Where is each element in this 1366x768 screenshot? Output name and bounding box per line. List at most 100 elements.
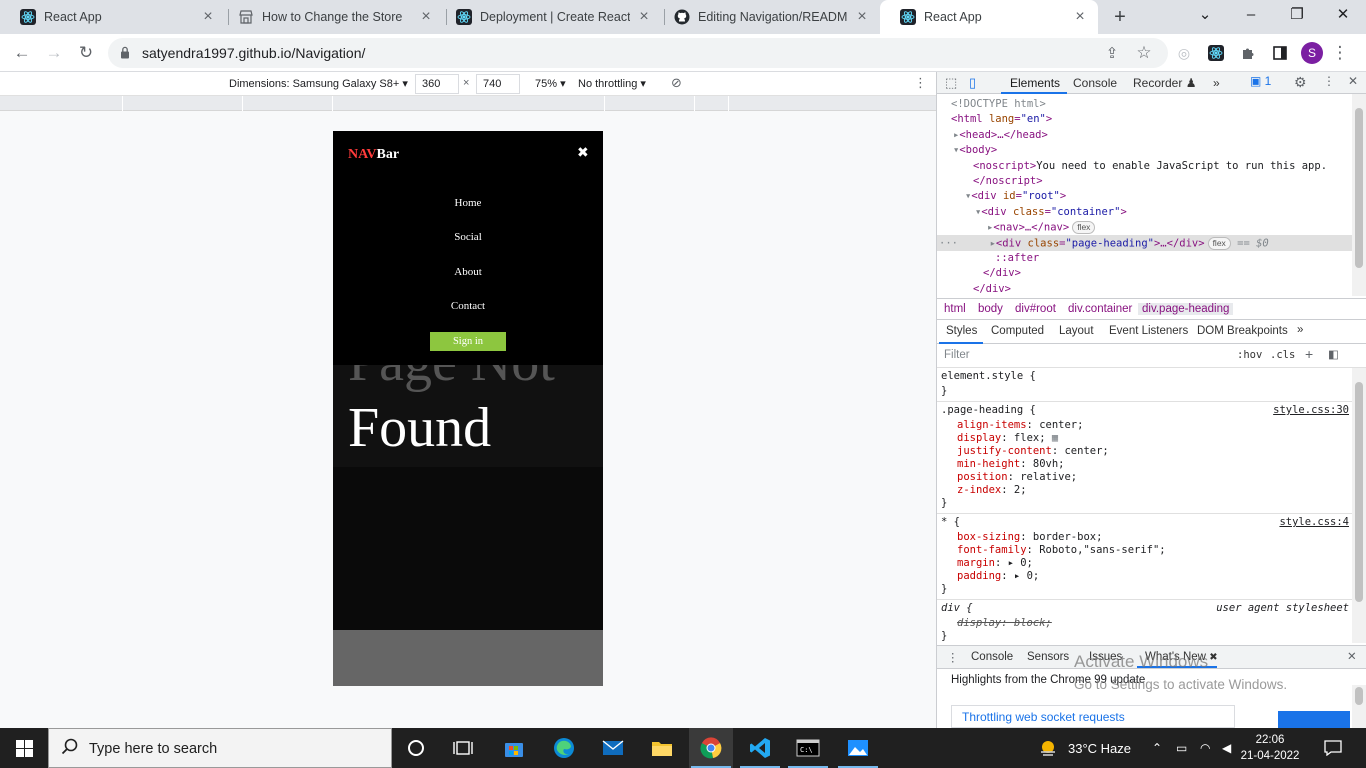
react-devtools-icon[interactable] [1204, 41, 1228, 65]
device-height-input[interactable]: 740 [476, 74, 520, 94]
drawer-link-card[interactable]: Throttling web socket requests [951, 705, 1235, 728]
tab-elements[interactable]: Elements [1010, 76, 1060, 90]
close-tab-icon[interactable]: × [636, 8, 652, 26]
browser-tab[interactable]: Editing Navigation/README. × [654, 0, 880, 34]
tab-recorder[interactable]: Recorder ♟ [1133, 76, 1196, 90]
rule-universal-selector[interactable]: * { [941, 516, 960, 528]
dom-root-close[interactable]: </div> [973, 283, 1011, 295]
chrome-icon[interactable] [691, 732, 731, 764]
rule-div-selector[interactable]: div { [941, 602, 973, 614]
rule-source-link[interactable]: style.css:4 [1279, 516, 1349, 528]
crumb-root[interactable]: div#root [1015, 303, 1056, 315]
menu-item-social[interactable]: Social [333, 231, 603, 243]
dom-nav[interactable]: ▸<nav>…</nav> flex [987, 221, 1096, 234]
css-property[interactable]: box-sizing: border-box; [957, 531, 1102, 543]
kebab-menu-icon[interactable]: ⋮ [1328, 41, 1352, 65]
drawer-tab-console[interactable]: Console [971, 651, 1013, 663]
css-property[interactable]: min-height: 80vh; [957, 458, 1064, 470]
reload-icon[interactable]: ↻ [74, 41, 98, 65]
extensions-puzzle-icon[interactable] [1236, 41, 1260, 65]
taskbar-clock[interactable]: 22:06 21-04-2022 [1238, 732, 1302, 764]
throttling-select[interactable]: No throttling ▾ [578, 77, 646, 90]
side-panel-icon[interactable] [1268, 41, 1292, 65]
issues-badge[interactable]: ▣ 1 [1250, 74, 1271, 88]
volume-icon[interactable]: ◀ [1222, 728, 1231, 768]
dom-noscript[interactable]: <noscript>You need to enable JavaScript … [973, 160, 1327, 172]
menu-item-home[interactable]: Home [333, 197, 603, 209]
close-tab-icon[interactable]: × [854, 8, 870, 26]
drawer-close-icon[interactable]: ✕ [1347, 649, 1357, 663]
vscode-icon[interactable] [740, 732, 780, 764]
css-property[interactable]: justify-content: center; [957, 445, 1109, 457]
drawer-menu-icon[interactable]: ⋮ [947, 650, 959, 664]
device-more-icon[interactable]: ⋮ [914, 75, 927, 91]
tray-chevron-icon[interactable]: ⌃ [1152, 728, 1162, 768]
menu-item-contact[interactable]: Contact [333, 300, 603, 312]
rule-source-link[interactable]: style.css:30 [1273, 404, 1349, 416]
dom-root[interactable]: ▾<div id="root"> [965, 190, 1066, 202]
extension-circle-icon[interactable]: ◎ [1172, 41, 1196, 65]
dom-head[interactable]: ▸<head>…</head> [953, 129, 1048, 141]
dom-noscript-close[interactable]: </noscript> [973, 175, 1043, 187]
browser-tab[interactable]: Deployment | Create React A × [436, 0, 662, 34]
crumb-html[interactable]: html [944, 303, 966, 315]
inspect-element-icon[interactable]: ⬚ [945, 75, 957, 91]
rule-page-heading-selector[interactable]: .page-heading { [941, 404, 1036, 416]
browser-tab-active[interactable]: React App × [880, 0, 1098, 34]
dom-doctype[interactable]: <!DOCTYPE html> [951, 98, 1046, 110]
dom-html[interactable]: <html lang="en"> [951, 113, 1052, 125]
subtab-layout[interactable]: Layout [1059, 325, 1094, 337]
dom-container[interactable]: ▾<div class="container"> [975, 206, 1127, 218]
tab-search-icon[interactable]: ⌄ [1182, 0, 1228, 30]
css-property[interactable]: position: relative; [957, 471, 1077, 483]
device-select[interactable]: Dimensions: Samsung Galaxy S8+ ▾ [229, 77, 408, 90]
battery-icon[interactable]: ▭ [1176, 728, 1187, 768]
drawer-scrollbar[interactable] [1352, 685, 1366, 728]
file-explorer-icon[interactable] [642, 732, 682, 764]
dom-container-close[interactable]: </div> [983, 267, 1021, 279]
notifications-icon[interactable] [1324, 728, 1342, 768]
device-toggle-icon[interactable]: ▯ [969, 75, 976, 91]
taskbar-search-box[interactable]: Type here to search [48, 728, 392, 768]
tab-console[interactable]: Console [1073, 76, 1117, 90]
device-width-input[interactable]: 360 [415, 74, 459, 94]
menu-item-about[interactable]: About [333, 266, 603, 278]
css-property[interactable]: margin: ▸ 0; [957, 557, 1033, 569]
back-icon[interactable]: ← [10, 41, 34, 65]
drawer-tab-sensors[interactable]: Sensors [1027, 651, 1069, 663]
browser-tab[interactable]: React App × [0, 0, 226, 34]
crumb-container[interactable]: div.container [1068, 303, 1132, 315]
close-tab-icon[interactable]: × [418, 8, 434, 26]
wifi-icon[interactable]: ◠ [1200, 728, 1210, 768]
element-style-rule[interactable]: element.style { [941, 370, 1036, 382]
toggle-sidebar-icon[interactable]: ◧ [1328, 347, 1339, 361]
windows-start-icon[interactable] [0, 728, 48, 768]
subtab-computed[interactable]: Computed [991, 325, 1044, 337]
more-tabs-chevron[interactable]: » [1213, 76, 1220, 90]
zoom-select[interactable]: 75% ▾ [535, 77, 566, 90]
dom-page-heading[interactable]: ··· ▸<div class="page-heading">…</div> fl… [939, 237, 1269, 250]
subtab-event-listeners[interactable]: Event Listeners [1109, 325, 1188, 337]
devtools-menu-icon[interactable]: ⋮ [1323, 74, 1335, 88]
css-property[interactable]: padding: ▸ 0; [957, 570, 1039, 582]
crumb-body[interactable]: body [978, 303, 1003, 315]
browser-tab[interactable]: How to Change the Store × [218, 0, 444, 34]
terminal-icon[interactable]: C:\ [788, 732, 828, 764]
close-window-icon[interactable]: ✕ [1320, 0, 1366, 30]
new-style-rule-icon[interactable]: + [1305, 346, 1313, 362]
sign-in-button[interactable]: Sign in [430, 332, 506, 351]
flex-editor-icon[interactable]: ▦ [1052, 432, 1058, 444]
dom-body[interactable]: ▾<body> [953, 144, 997, 156]
mail-icon[interactable] [593, 732, 633, 764]
subtab-dom-breakpoints[interactable]: DOM Breakpoints [1197, 325, 1288, 337]
address-bar[interactable]: satyendra1997.github.io/Navigation/ [108, 38, 1168, 68]
store-app-icon[interactable] [494, 732, 534, 764]
close-tab-icon[interactable]: × [200, 8, 216, 26]
weather-widget[interactable]: 33°C Haze [1038, 728, 1131, 768]
forward-icon[interactable]: → [42, 41, 66, 65]
close-tab-icon[interactable]: × [1072, 8, 1088, 26]
new-tab-icon[interactable]: + [1108, 5, 1132, 29]
task-view-icon[interactable] [443, 732, 483, 764]
styles-scrollbar[interactable] [1352, 368, 1366, 643]
navbar-brand[interactable]: NAVBar [348, 147, 399, 163]
